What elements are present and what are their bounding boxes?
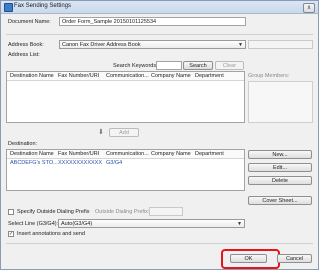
outside-prefix-checkbox-label: Specify Outside Dialing Prefix [17, 209, 90, 215]
insert-annotations-checkbox[interactable]: ✓ [8, 231, 14, 237]
column-header[interactable]: Communication... [106, 151, 149, 157]
destination-label: Destination: [8, 141, 38, 147]
column-header[interactable]: Company Name [151, 73, 191, 79]
column-header[interactable]: Destination Name [10, 151, 54, 157]
select-line-label: Select Line (G3/G4): [8, 221, 59, 227]
outside-prefix-field-label: Outside Dialing Prefix: [95, 209, 150, 215]
select-line-selected: Auto(G3/G4) [61, 221, 93, 227]
address-book-label: Address Book: [8, 42, 44, 48]
ok-button[interactable]: OK [230, 254, 267, 263]
down-arrow-icon: ⬇ [98, 129, 104, 136]
address-list-label: Address List: [8, 52, 40, 58]
outside-prefix-input[interactable] [149, 207, 183, 216]
column-header[interactable]: Communication... [106, 73, 149, 79]
cancel-button[interactable]: Cancel [277, 254, 312, 263]
fax-app-icon [4, 3, 13, 12]
search-button[interactable]: Search [183, 61, 213, 70]
chevron-down-icon: ▼ [238, 42, 243, 48]
close-button[interactable]: x [303, 3, 315, 13]
column-header[interactable]: Destination Name [10, 73, 54, 79]
column-header[interactable]: Department [195, 151, 224, 157]
search-keywords-label: Search Keywords: [113, 63, 158, 69]
divider [6, 34, 313, 35]
divider [6, 243, 313, 244]
address-book-selected: Canon Fax Driver Address Book [62, 42, 141, 48]
fax-number-cell: XXXXXXXXXXXX [58, 160, 103, 166]
insert-annotations-label: Insert annotations and send [17, 231, 85, 237]
column-header[interactable]: Department [195, 73, 224, 79]
edit-button[interactable]: Edit... [248, 163, 312, 172]
column-header[interactable]: Fax Number/URI [58, 151, 99, 157]
column-header[interactable]: Fax Number/URI [58, 73, 99, 79]
select-line-select[interactable]: Auto(G3/G4) ▼ [58, 219, 245, 228]
address-list-table[interactable]: Destination Name Fax Number/URI Communic… [6, 71, 245, 123]
outside-prefix-checkbox[interactable] [8, 209, 14, 215]
document-name-field[interactable]: Order Form_Sample 20150101125534 [59, 17, 246, 26]
group-members-label: Group Members: [248, 73, 290, 79]
cover-sheet-button[interactable]: Cover Sheet... [248, 196, 312, 205]
add-button[interactable]: Add [109, 128, 139, 137]
clear-button[interactable]: Clear [215, 61, 244, 70]
new-button[interactable]: New... [248, 150, 312, 159]
fax-sending-settings-dialog: Fax Sending Settings x Document Name: Or… [0, 0, 319, 270]
address-book-aux-field [248, 40, 313, 49]
title-bar: Fax Sending Settings x [1, 1, 318, 14]
address-list-header: Destination Name Fax Number/URI Communic… [7, 72, 244, 81]
table-row[interactable]: ABCDEFG's STO... XXXXXXXXXXXX G3/G4 [7, 159, 244, 166]
document-name-label: Document Name: [8, 19, 51, 25]
communication-cell: G3/G4 [106, 160, 123, 166]
delete-button[interactable]: Delete [248, 176, 312, 185]
window-title: Fax Sending Settings [14, 3, 72, 9]
destination-table[interactable]: Destination Name Fax Number/URI Communic… [6, 149, 245, 191]
destination-name-cell: ABCDEFG's STO... [10, 160, 58, 166]
group-members-list [248, 81, 313, 123]
destination-header: Destination Name Fax Number/URI Communic… [7, 150, 244, 159]
address-book-select[interactable]: Canon Fax Driver Address Book ▼ [59, 40, 246, 49]
search-keywords-input[interactable] [156, 61, 182, 70]
column-header[interactable]: Company Name [151, 151, 191, 157]
chevron-down-icon: ▼ [237, 221, 242, 227]
